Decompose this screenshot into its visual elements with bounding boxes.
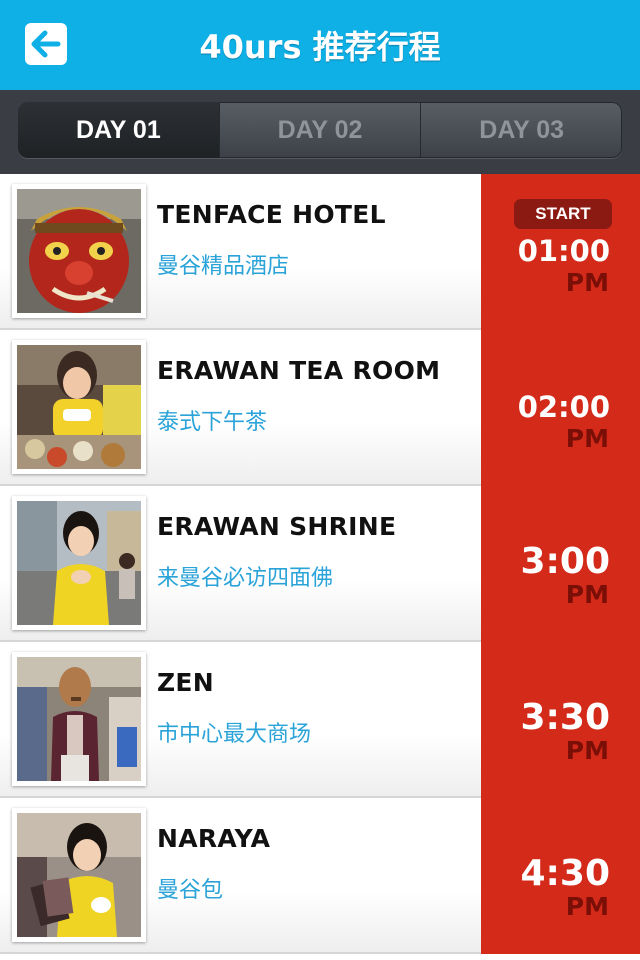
time-panel: START 01:00 PM [481, 174, 640, 330]
itinerary-item[interactable]: NARAYA 曼谷包 4:30 PM [0, 798, 640, 954]
itinerary-thumbnail [12, 184, 146, 318]
itinerary-thumbnail [12, 808, 146, 942]
itinerary-thumbnail [12, 652, 146, 786]
red-mask-photo [17, 189, 141, 313]
page-title: 40urs 推荐行程 [199, 28, 441, 66]
place-name: NARAYA [157, 824, 271, 853]
shrine-photo [17, 501, 141, 625]
start-badge: START [514, 199, 612, 229]
itinerary-thumbnail [12, 340, 146, 474]
place-name: ZEN [157, 668, 215, 697]
time-ampm: PM [565, 892, 609, 921]
tab-day-03[interactable]: DAY 03 [421, 102, 622, 158]
place-subtitle: 曼谷精品酒店 [157, 254, 290, 279]
tea-room-photo [17, 345, 141, 469]
place-name: TENFACE HOTEL [157, 200, 386, 229]
time-ampm: PM [565, 736, 609, 765]
time-panel: 02:00 PM [481, 330, 640, 486]
itinerary-thumbnail [12, 496, 146, 630]
place-name: ERAWAN TEA ROOM [157, 356, 441, 385]
itinerary-item[interactable]: ERAWAN SHRINE 来曼谷必访四面佛 3:00 PM [0, 486, 640, 642]
header-bar: 40urs 推荐行程 [0, 0, 640, 90]
place-subtitle: 市中心最大商场 [157, 722, 312, 747]
tab-day-02[interactable]: DAY 02 [220, 102, 422, 158]
time-panel: 3:00 PM [481, 486, 640, 642]
time-ampm: PM [565, 580, 609, 609]
time-ampm: PM [565, 424, 609, 453]
itinerary-list: TENFACE HOTEL 曼谷精品酒店 START 01:00 PM ERAW… [0, 174, 640, 960]
time-value: 02:00 [517, 390, 610, 424]
time-value: 3:30 [520, 697, 610, 738]
itinerary-item[interactable]: TENFACE HOTEL 曼谷精品酒店 START 01:00 PM [0, 174, 640, 330]
place-name: ERAWAN SHRINE [157, 512, 397, 541]
day-tab-bar: DAY 01 DAY 02 DAY 03 [0, 90, 640, 174]
mall-photo [17, 657, 141, 781]
time-value: 3:00 [520, 541, 610, 582]
place-subtitle: 曼谷包 [157, 878, 224, 903]
day-segmented-control: DAY 01 DAY 02 DAY 03 [18, 102, 622, 158]
tab-day-01[interactable]: DAY 01 [18, 102, 220, 158]
itinerary-item[interactable]: ZEN 市中心最大商场 3:30 PM [0, 642, 640, 798]
itinerary-item[interactable]: ERAWAN TEA ROOM 泰式下午茶 02:00 PM [0, 330, 640, 486]
time-value: 4:30 [520, 853, 610, 894]
place-subtitle: 来曼谷必访四面佛 [157, 566, 334, 591]
naraya-photo [17, 813, 141, 937]
time-ampm: PM [565, 268, 609, 297]
time-panel: 4:30 PM [481, 798, 640, 954]
time-panel: 3:30 PM [481, 642, 640, 798]
place-subtitle: 泰式下午茶 [157, 410, 268, 435]
time-value: 01:00 [517, 234, 610, 268]
